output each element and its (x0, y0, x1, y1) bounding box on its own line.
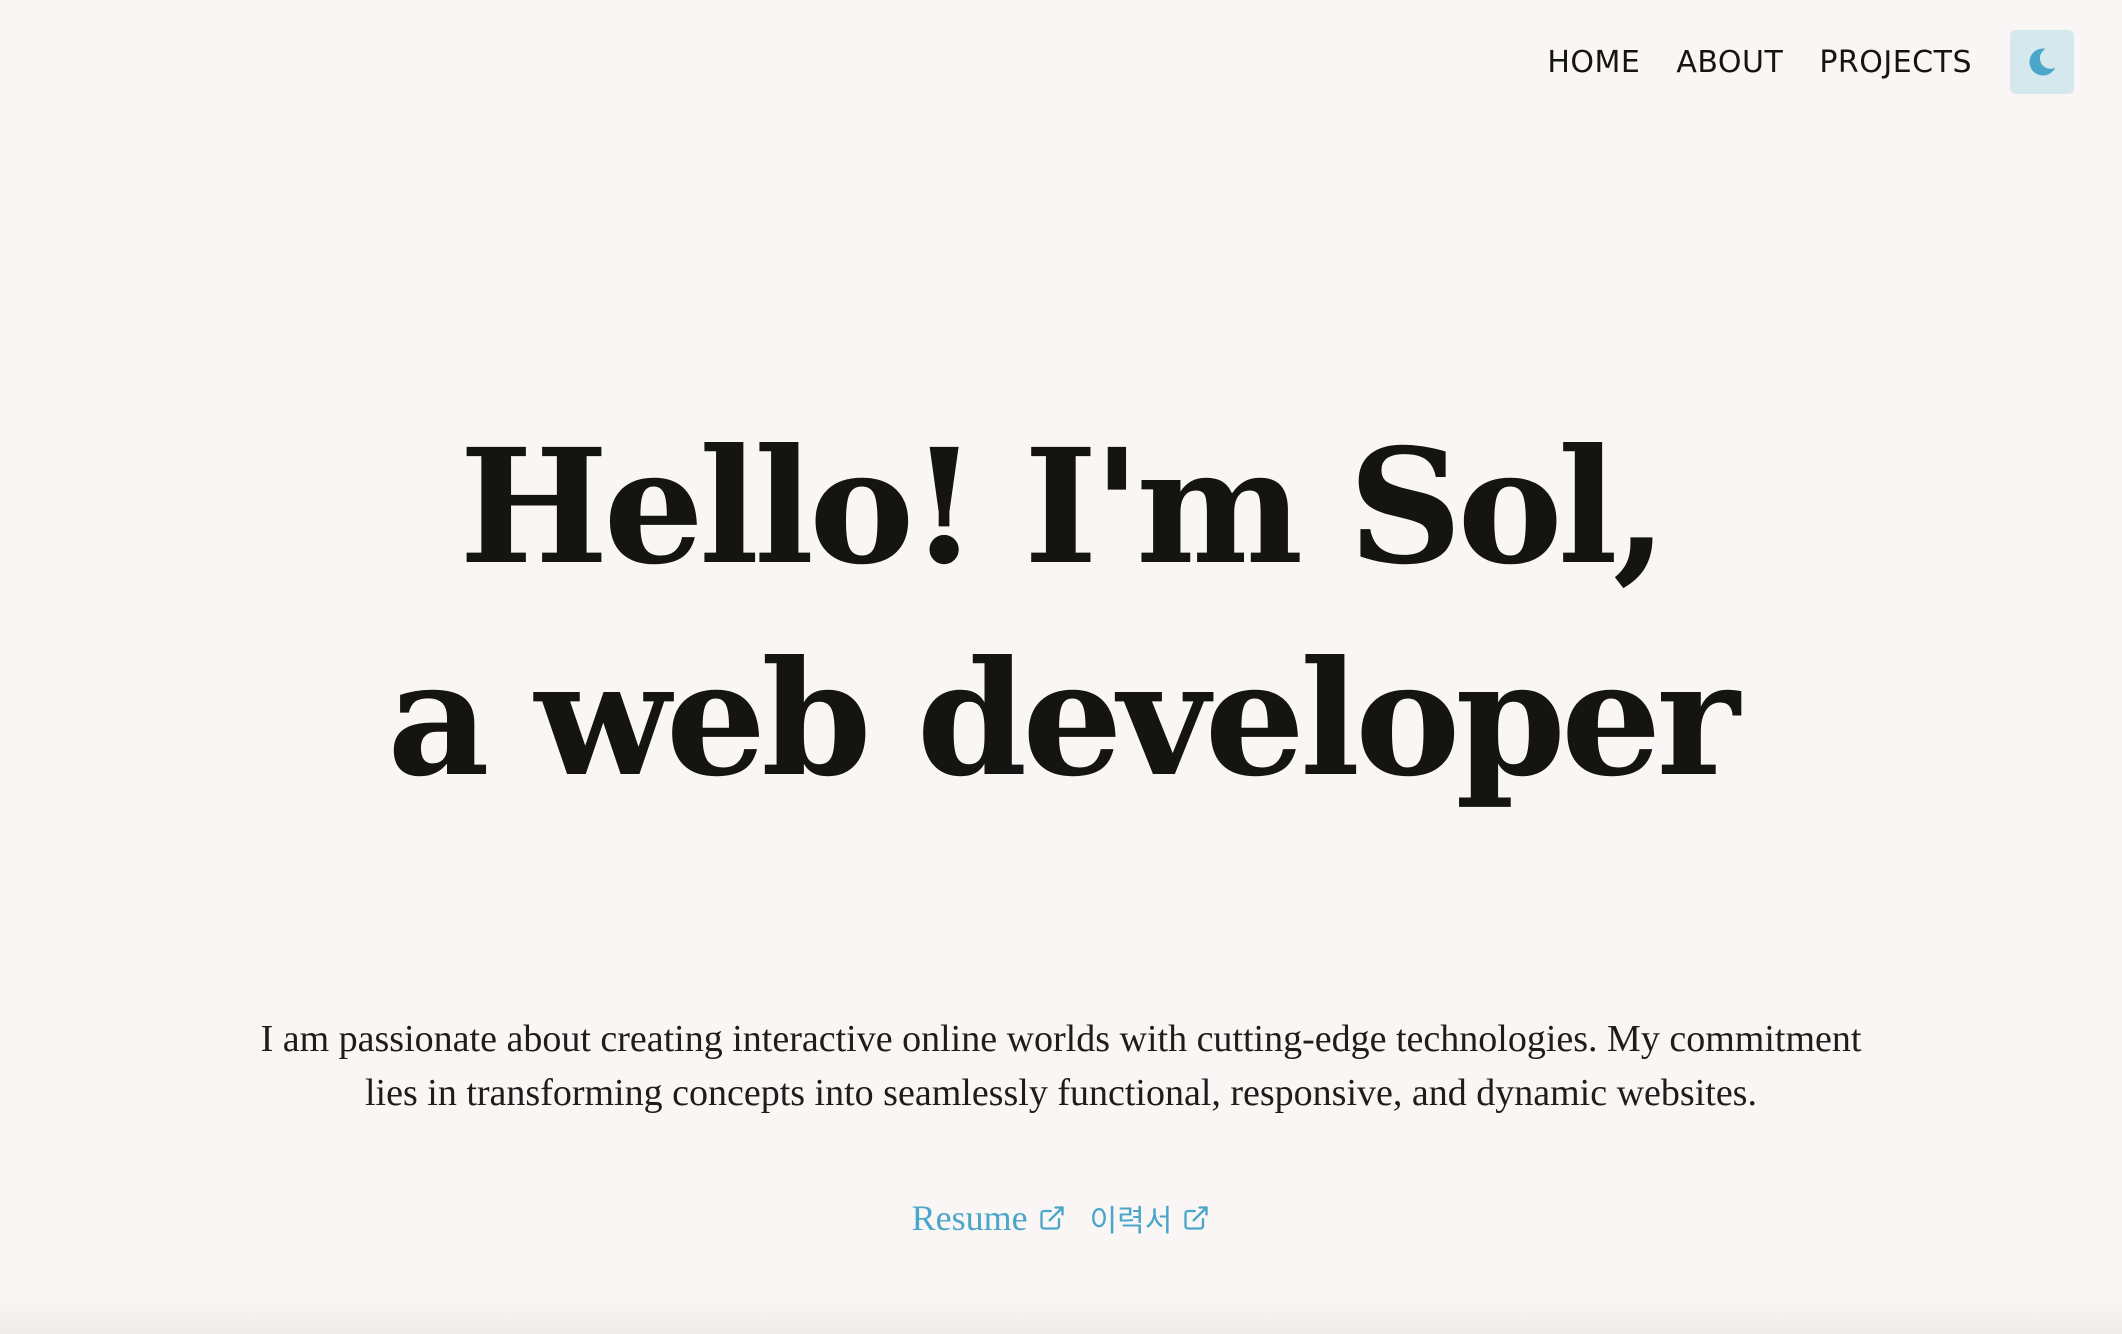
moon-icon (2029, 48, 2056, 76)
bottom-fade (0, 1294, 2122, 1334)
nav-link-projects[interactable]: PROJECTS (1819, 45, 1972, 80)
intro-paragraph: I am passionate about creating interacti… (0, 1012, 2122, 1120)
nav-link-home[interactable]: HOME (1547, 45, 1640, 80)
resume-link-label: Resume (911, 1198, 1028, 1238)
hero-title: Hello! I'm Sol, a web developer (0, 402, 2122, 826)
document-links: Resume 이력서 (0, 1196, 2122, 1240)
hero-title-line-2: a web developer (387, 627, 1739, 812)
theme-toggle-button[interactable] (2010, 30, 2074, 94)
external-link-icon (1182, 1204, 1210, 1232)
external-link-icon (1038, 1204, 1066, 1232)
resume-link[interactable]: Resume (912, 1197, 1066, 1239)
intro-line-1: I am passionate about creating interacti… (260, 1018, 1862, 1060)
nav-link-about[interactable]: ABOUT (1676, 45, 1783, 80)
resume-korean-link[interactable]: 이력서 (1090, 1196, 1211, 1240)
resume-korean-link-label: 이력서 (1089, 1204, 1173, 1239)
intro-line-2: lies in transforming concepts into seaml… (365, 1072, 1757, 1114)
hero-title-line-1: Hello! I'm Sol, (459, 415, 1668, 600)
top-nav: HOME ABOUT PROJECTS (1547, 28, 2074, 96)
